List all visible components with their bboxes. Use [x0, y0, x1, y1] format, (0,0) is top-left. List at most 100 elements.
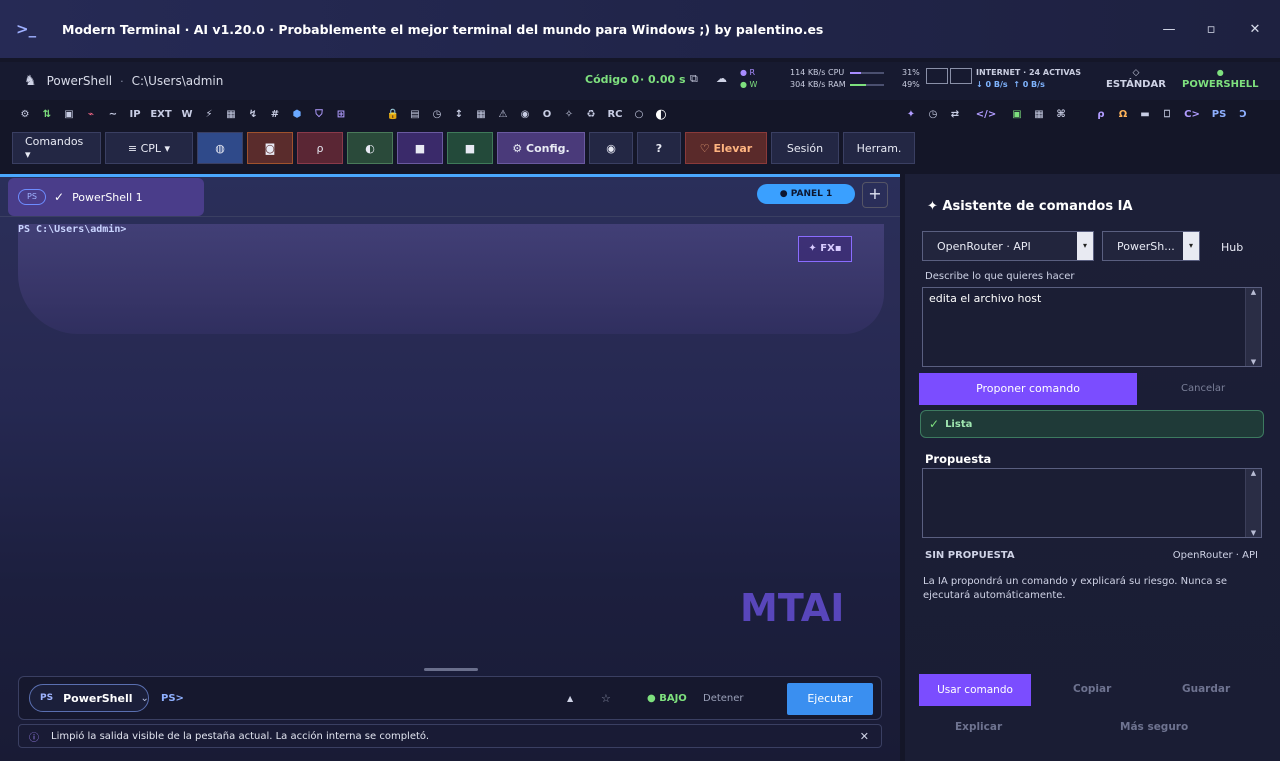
shell-select-ai[interactable]: PowerSh... ▾ [1102, 231, 1200, 261]
globe-button[interactable]: ◍ [197, 132, 243, 164]
warning-icon[interactable]: ⚠ [492, 109, 514, 120]
help-button[interactable]: ? [637, 132, 681, 164]
theme-button[interactable]: ◐ [347, 132, 393, 164]
settings-icon[interactable]: ⚙ [14, 109, 36, 120]
list-icon[interactable]: ▤ [404, 109, 426, 120]
copy-icon[interactable]: ⧉ [690, 72, 698, 86]
target-icon[interactable]: ◉ [514, 109, 536, 120]
dash-icon[interactable]: ▬ [1134, 109, 1156, 120]
ai-star-icon[interactable]: ✦ [900, 109, 922, 120]
terminal-prompt[interactable]: PS C:\Users\admin> [18, 224, 126, 235]
capture-button[interactable]: ◙ [247, 132, 293, 164]
search-icon[interactable]: ρ [1090, 109, 1112, 120]
commands-menu-button[interactable]: Comandos ▾ [12, 132, 101, 164]
save-button[interactable]: Guardar [1182, 683, 1230, 695]
code-icon[interactable]: </> [966, 109, 1006, 120]
propose-command-button[interactable]: Proponer comando [919, 373, 1137, 405]
power-icon[interactable]: ↯ [242, 109, 264, 120]
bolt-icon[interactable]: ⚡ [198, 109, 220, 120]
description-input[interactable]: edita el archivo host ▲ ▼ [922, 287, 1262, 367]
run-button[interactable]: Ejecutar [787, 683, 873, 715]
sparkle-icon[interactable]: ✧ [558, 109, 580, 120]
fx-button[interactable]: ✦ FX▪ [798, 236, 852, 262]
maximize-button[interactable]: ▫ [1196, 18, 1226, 42]
lock-icon[interactable]: 🔒 [382, 109, 404, 120]
clock-icon[interactable]: ◷ [426, 109, 448, 120]
command-icon[interactable]: ⌘ [1050, 109, 1072, 120]
hub-button[interactable]: Hub [1221, 241, 1243, 254]
grid-icon[interactable]: ▦ [220, 109, 242, 120]
divider [0, 216, 900, 217]
sort-icon[interactable]: ⇅ [36, 109, 58, 120]
close-icon[interactable]: ✕ [860, 730, 869, 743]
folder-icon[interactable]: ▣ [1006, 109, 1028, 120]
recycle-icon[interactable]: ♻ [580, 109, 602, 120]
network-icon[interactable]: ⌁ [80, 109, 102, 120]
tab-powershell-1[interactable]: PS ✓ PowerShell 1 [8, 178, 204, 216]
proposal-title: Propuesta [925, 452, 992, 466]
wave-icon[interactable]: ∼ [102, 109, 124, 120]
favorite-icon[interactable]: ☆ [601, 692, 611, 705]
resize-handle[interactable] [424, 668, 478, 671]
minimize-button[interactable]: — [1154, 18, 1184, 42]
keyboard-icon[interactable]: ⎕ [1156, 109, 1178, 120]
ext-icon[interactable]: EXT [146, 109, 176, 120]
resize-icon[interactable]: ↕ [448, 109, 470, 120]
ai-note: La IA propondrá un comando y explicará s… [923, 576, 1227, 601]
omega-icon[interactable]: Ω [1112, 109, 1134, 120]
square-button[interactable]: ■ [447, 132, 493, 164]
panel-badge[interactable]: ● PANEL 1 [757, 184, 855, 204]
search-button[interactable]: ρ [297, 132, 343, 164]
panel-icon[interactable]: ▦ [1028, 109, 1050, 120]
mtai-watermark: MTAI [740, 586, 845, 630]
cancel-button[interactable]: Cancelar [1181, 383, 1225, 394]
status-row: ♞ PowerShell · C:\Users\admin Código 0 ·… [0, 62, 1280, 100]
circle-icon[interactable]: ○ [628, 109, 650, 120]
chevron-down-icon: ⌄ [140, 692, 149, 704]
proposal-output[interactable]: ▲ ▼ [922, 468, 1262, 538]
config-button[interactable]: ⚙ Config. [497, 132, 585, 164]
swap-icon[interactable]: ⇄ [944, 109, 966, 120]
cloud-icon[interactable]: ☁ [716, 72, 727, 85]
ip-icon[interactable]: IP [124, 109, 146, 120]
session-button[interactable]: Sesión [771, 132, 839, 164]
use-command-button[interactable]: Usar comando [919, 674, 1031, 706]
cpu-percent: 31% [902, 68, 920, 77]
w-icon[interactable]: W [176, 109, 198, 120]
scrollbar[interactable]: ▲ ▼ [1245, 469, 1261, 537]
window-icon[interactable]: ▣ [58, 109, 80, 120]
close-button[interactable]: ✕ [1240, 18, 1270, 42]
tools-button[interactable]: Herram. [843, 132, 915, 164]
safer-button[interactable]: Más seguro [1120, 721, 1188, 733]
monitor-icon [926, 68, 948, 84]
record-button[interactable]: ◉ [589, 132, 633, 164]
table-icon[interactable]: ▦ [470, 109, 492, 120]
cmd-icon[interactable]: C> [1178, 109, 1206, 120]
command-input-prompt[interactable]: PS> [161, 693, 184, 704]
history-up-icon[interactable]: ▲ [567, 694, 573, 703]
terminal-area[interactable]: PS ✓ PowerShell 1 ● PANEL 1 + PS C:\User… [0, 174, 900, 761]
mode-powershell[interactable]: ● POWERSHELL [1182, 67, 1259, 90]
shell-select[interactable]: PS PowerShell ⌄ [29, 684, 149, 712]
o-icon[interactable]: O [536, 109, 558, 120]
cpl-menu-button[interactable]: ≡ CPL ▾ [105, 132, 193, 164]
provider-select[interactable]: OpenRouter · API ▾ [922, 231, 1094, 261]
apps-icon[interactable]: ⊞ [330, 109, 352, 120]
terminal-logo-icon: >_ [16, 20, 37, 38]
powershell-icon[interactable]: PS [1206, 109, 1232, 120]
copy-button[interactable]: Copiar [1073, 683, 1111, 695]
explain-button[interactable]: Explicar [955, 721, 1002, 733]
stop-command-button[interactable]: Detener [703, 693, 744, 704]
scrollbar[interactable]: ▲ ▼ [1245, 288, 1261, 366]
rc-icon[interactable]: RC [602, 109, 628, 120]
mode-standard[interactable]: ◇ ESTÁNDAR [1106, 67, 1166, 90]
hash-icon[interactable]: # [264, 109, 286, 120]
add-panel-button[interactable]: + [862, 182, 888, 208]
elevate-button[interactable]: ♡ Elevar [685, 132, 767, 164]
stop-button[interactable]: ■ [397, 132, 443, 164]
hub-icon[interactable]: ⬢ [286, 109, 308, 120]
history-icon[interactable]: ◷ [922, 109, 944, 120]
shield-icon[interactable]: ⛉ [308, 109, 330, 120]
ubuntu-icon[interactable]: Ↄ [1232, 109, 1254, 120]
contrast-icon[interactable]: ◐ [650, 107, 672, 122]
